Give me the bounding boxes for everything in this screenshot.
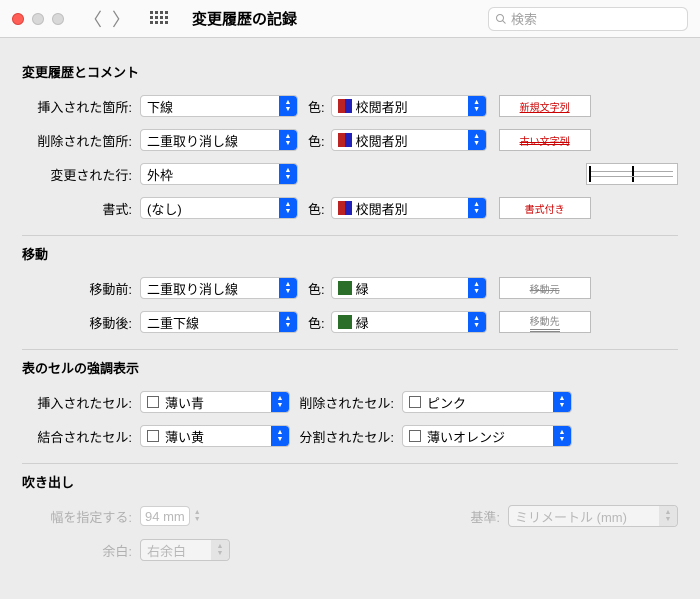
dropdown-inserted-cell[interactable]: 薄い青 <box>140 391 290 413</box>
label-color-5: 色: <box>308 313 325 332</box>
close-button[interactable] <box>12 13 24 25</box>
dropdown-move-before-color[interactable]: 緑 <box>331 277 487 299</box>
dropdown-merged-cell[interactable]: 薄い黄 <box>140 425 290 447</box>
label-inserted: 挿入された箇所: <box>22 97 140 116</box>
dropdown-unit[interactable]: ミリメートル (mm) <box>508 505 678 527</box>
zoom-button[interactable] <box>52 13 64 25</box>
label-merged-cell: 結合されたセル: <box>22 427 140 446</box>
preview-deleted: 古い文字列 <box>499 129 591 151</box>
label-move-before: 移動前: <box>22 279 140 298</box>
input-width[interactable]: 94 mm <box>140 506 190 526</box>
dropdown-format-color[interactable]: 校閲者別 <box>331 197 487 219</box>
label-color-3: 色: <box>308 199 325 218</box>
label-margin: 余白: <box>22 541 140 560</box>
dropdown-move-before[interactable]: 二重取り消し線 <box>140 277 298 299</box>
preview-format: 書式付き <box>499 197 591 219</box>
dropdown-margin[interactable]: 右余白 <box>140 539 230 561</box>
label-inserted-cell: 挿入されたセル: <box>22 393 140 412</box>
dropdown-move-after-color[interactable]: 緑 <box>331 311 487 333</box>
search-input[interactable]: 検索 <box>488 7 688 31</box>
section-cells-header: 表のセルの強調表示 <box>22 358 678 377</box>
preview-inserted: 新規文字列 <box>499 95 591 117</box>
label-split-cell: 分割されたセル: <box>290 427 402 446</box>
label-standard: 基準: <box>470 507 508 526</box>
label-deleted-cell: 削除されたセル: <box>290 393 402 412</box>
grid-icon[interactable] <box>150 11 166 27</box>
dropdown-move-after[interactable]: 二重下線 <box>140 311 298 333</box>
stepper-width[interactable]: ▲▼ <box>194 509 201 523</box>
window-controls <box>12 13 64 25</box>
label-color-2: 色: <box>308 131 325 150</box>
titlebar: 〈 〉 変更履歴の記録 検索 <box>0 0 700 38</box>
preview-move-after: 移動先 <box>499 311 591 333</box>
section-balloon-header: 吹き出し <box>22 472 678 491</box>
label-width: 幅を指定する: <box>22 507 140 526</box>
dropdown-changed-line[interactable]: 外枠 <box>140 163 298 185</box>
back-button[interactable]: 〈 <box>84 6 102 32</box>
forward-button[interactable]: 〉 <box>112 6 130 32</box>
label-deleted: 削除された箇所: <box>22 131 140 150</box>
dropdown-inserted-color[interactable]: 校閲者別 <box>331 95 487 117</box>
label-color-1: 色: <box>308 97 325 116</box>
minimize-button[interactable] <box>32 13 44 25</box>
dropdown-deleted-cell[interactable]: ピンク <box>402 391 572 413</box>
dropdown-format-mark[interactable]: (なし) <box>140 197 298 219</box>
section-changes-header: 変更履歴とコメント <box>22 62 678 81</box>
dropdown-deleted-color[interactable]: 校閲者別 <box>331 129 487 151</box>
section-move-header: 移動 <box>22 244 678 263</box>
dropdown-inserted-mark[interactable]: 下線 <box>140 95 298 117</box>
window-title: 変更履歴の記録 <box>192 8 297 29</box>
label-color-4: 色: <box>308 279 325 298</box>
preview-changed-line <box>586 163 678 185</box>
search-icon <box>495 13 507 25</box>
label-changed-line: 変更された行: <box>22 165 140 184</box>
search-placeholder: 検索 <box>511 9 537 28</box>
preview-move-before: 移動元 <box>499 277 591 299</box>
dropdown-split-cell[interactable]: 薄いオレンジ <box>402 425 572 447</box>
label-format: 書式: <box>22 199 140 218</box>
dropdown-deleted-mark[interactable]: 二重取り消し線 <box>140 129 298 151</box>
label-move-after: 移動後: <box>22 313 140 332</box>
